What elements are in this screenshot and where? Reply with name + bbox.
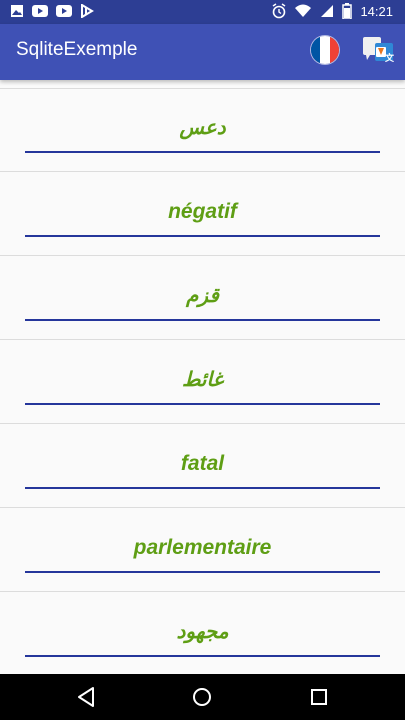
navigation-bar — [0, 674, 405, 720]
app-bar: SqliteExemple 文 — [0, 24, 405, 80]
word-text: غائط — [181, 369, 224, 391]
recents-icon[interactable] — [307, 685, 331, 709]
youtube-icon — [32, 5, 48, 17]
image-icon — [11, 5, 23, 17]
download-icon — [81, 4, 94, 18]
translate-icon[interactable]: 文 — [362, 33, 394, 65]
list-item[interactable]: parlementaire — [0, 508, 405, 592]
status-time: 14:21 — [360, 3, 393, 19]
word-underline — [25, 655, 380, 657]
svg-text:文: 文 — [384, 52, 394, 64]
battery-icon — [342, 3, 353, 19]
word-underline — [25, 487, 380, 489]
word-text: négatif — [168, 200, 237, 223]
word-underline — [25, 571, 380, 573]
list-item[interactable]: négatif — [0, 172, 405, 256]
status-bar: 14:21 — [0, 0, 405, 24]
word-text: parlementaire — [133, 536, 272, 559]
list-item[interactable]: غائط — [0, 340, 405, 424]
word-list[interactable]: دعس négatif قزم غائط fatal parlementaire… — [0, 80, 405, 674]
word-underline — [25, 151, 380, 153]
list-item[interactable]: دعس — [0, 88, 405, 172]
sim-icon — [321, 5, 334, 17]
list-item[interactable]: مجهود — [0, 592, 405, 674]
word-text: مجهود — [176, 621, 229, 643]
word-text: دعس — [179, 117, 226, 139]
list-item[interactable]: fatal — [0, 424, 405, 508]
word-text: fatal — [180, 452, 225, 475]
youtube-icon — [56, 5, 72, 17]
alarm-icon — [273, 3, 286, 19]
word-underline — [25, 235, 380, 237]
app-title: SqliteExemple — [16, 39, 138, 60]
word-text: قزم — [186, 285, 219, 307]
word-underline — [25, 319, 380, 321]
list-item[interactable]: قزم — [0, 256, 405, 340]
french-flag-icon[interactable] — [311, 36, 339, 64]
back-icon[interactable] — [75, 685, 99, 709]
wifi-icon — [295, 4, 312, 17]
home-icon[interactable] — [190, 685, 214, 709]
word-underline — [25, 403, 380, 405]
